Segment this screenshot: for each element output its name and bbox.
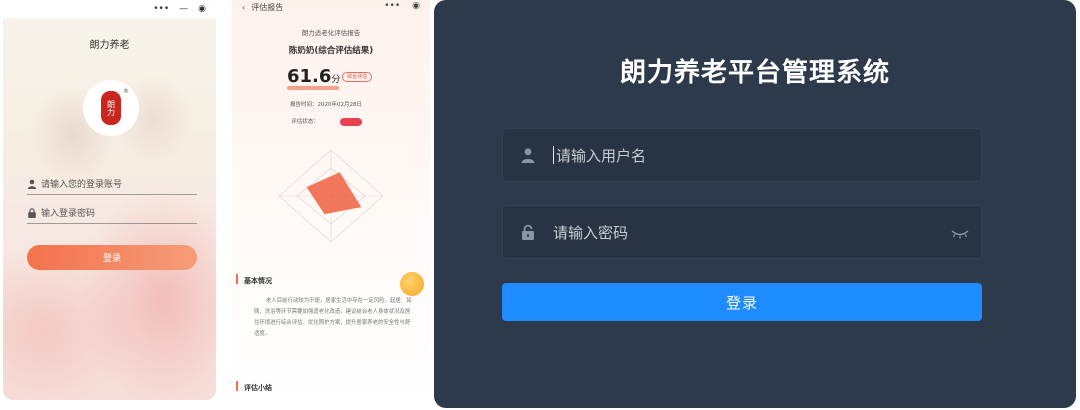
app-title: 朗力养老	[89, 40, 130, 51]
back-icon[interactable]: ‹	[242, 3, 245, 12]
account-field[interactable]: 请输入您的登录账号	[27, 173, 197, 195]
report-title: 朗力适老化评估报告	[301, 29, 361, 37]
record-icon[interactable]: ◉	[412, 1, 420, 11]
record-icon[interactable]: ◉	[198, 4, 206, 14]
score-tag: 综合评估	[342, 72, 373, 82]
score-underline	[287, 86, 339, 90]
radar-chart	[278, 149, 384, 243]
username-input[interactable]: 请输入用户名	[502, 128, 982, 182]
badge-icon	[400, 272, 424, 296]
account-placeholder: 请输入您的登录账号	[41, 180, 123, 190]
status-pill	[340, 118, 362, 126]
score: 61.6分	[287, 66, 340, 87]
mobile-login-screen: ••• — ◉ 朗力养老 朗力 ® 请输入您的登录账号 输入登录密码 登录	[3, 0, 216, 400]
login-button[interactable]: 登录	[27, 245, 197, 270]
password-placeholder: 输入登录密码	[41, 209, 96, 219]
header-title: 评估报告	[251, 2, 284, 12]
minimize-icon[interactable]: —	[179, 4, 188, 14]
section-summary: 评估小结	[244, 384, 272, 392]
score-unit: 分	[331, 75, 341, 85]
evaluation-report-screen: ‹ 评估报告 ••• ◉ 朗力适老化评估报告 陈奶奶(综合评估结果) 61.6分…	[232, 0, 430, 400]
report-header: ‹ 评估报告 ••• ◉	[232, 0, 430, 14]
section-marker	[236, 274, 238, 284]
registered-mark: ®	[123, 88, 129, 95]
lock-icon	[28, 207, 36, 218]
section-basic: 基本情况	[244, 277, 272, 285]
user-icon	[27, 179, 37, 189]
basic-description: 老人目前行动较为不便，居家生活中存在一定风险，起居、如厕、洗浴等环节需要加强适老…	[254, 298, 412, 337]
section-marker	[236, 381, 238, 391]
user-icon	[503, 147, 553, 163]
score-value: 61.6	[287, 66, 332, 87]
password-field[interactable]: 输入登录密码	[27, 202, 197, 224]
capsule-menu: ••• — ◉	[3, 0, 216, 18]
subject-title: 陈奶奶(综合评估结果)	[288, 46, 374, 56]
password-placeholder: 请输入密码	[553, 223, 629, 242]
password-input[interactable]: 请输入密码	[502, 205, 982, 259]
username-placeholder: 请输入用户名	[556, 146, 647, 165]
eye-closed-icon[interactable]	[951, 225, 969, 244]
logo-seal: 朗力	[101, 91, 121, 125]
more-icon[interactable]: •••	[384, 1, 400, 11]
admin-login-panel: 朗力养老平台管理系统 请输入用户名 请输入密码 登录	[434, 0, 1076, 408]
photo-overlay	[3, 0, 216, 400]
radar-data-area	[306, 172, 362, 215]
lock-icon	[503, 224, 553, 240]
login-button[interactable]: 登录	[502, 283, 982, 321]
app-logo: 朗力 ®	[83, 80, 139, 136]
text-caret	[553, 146, 554, 164]
more-icon[interactable]: •••	[153, 4, 169, 14]
status-label: 评估状态：	[291, 119, 319, 125]
report-time: 报告时间：2020年02月28日	[290, 102, 362, 108]
system-title: 朗力养老平台管理系统	[619, 58, 890, 88]
